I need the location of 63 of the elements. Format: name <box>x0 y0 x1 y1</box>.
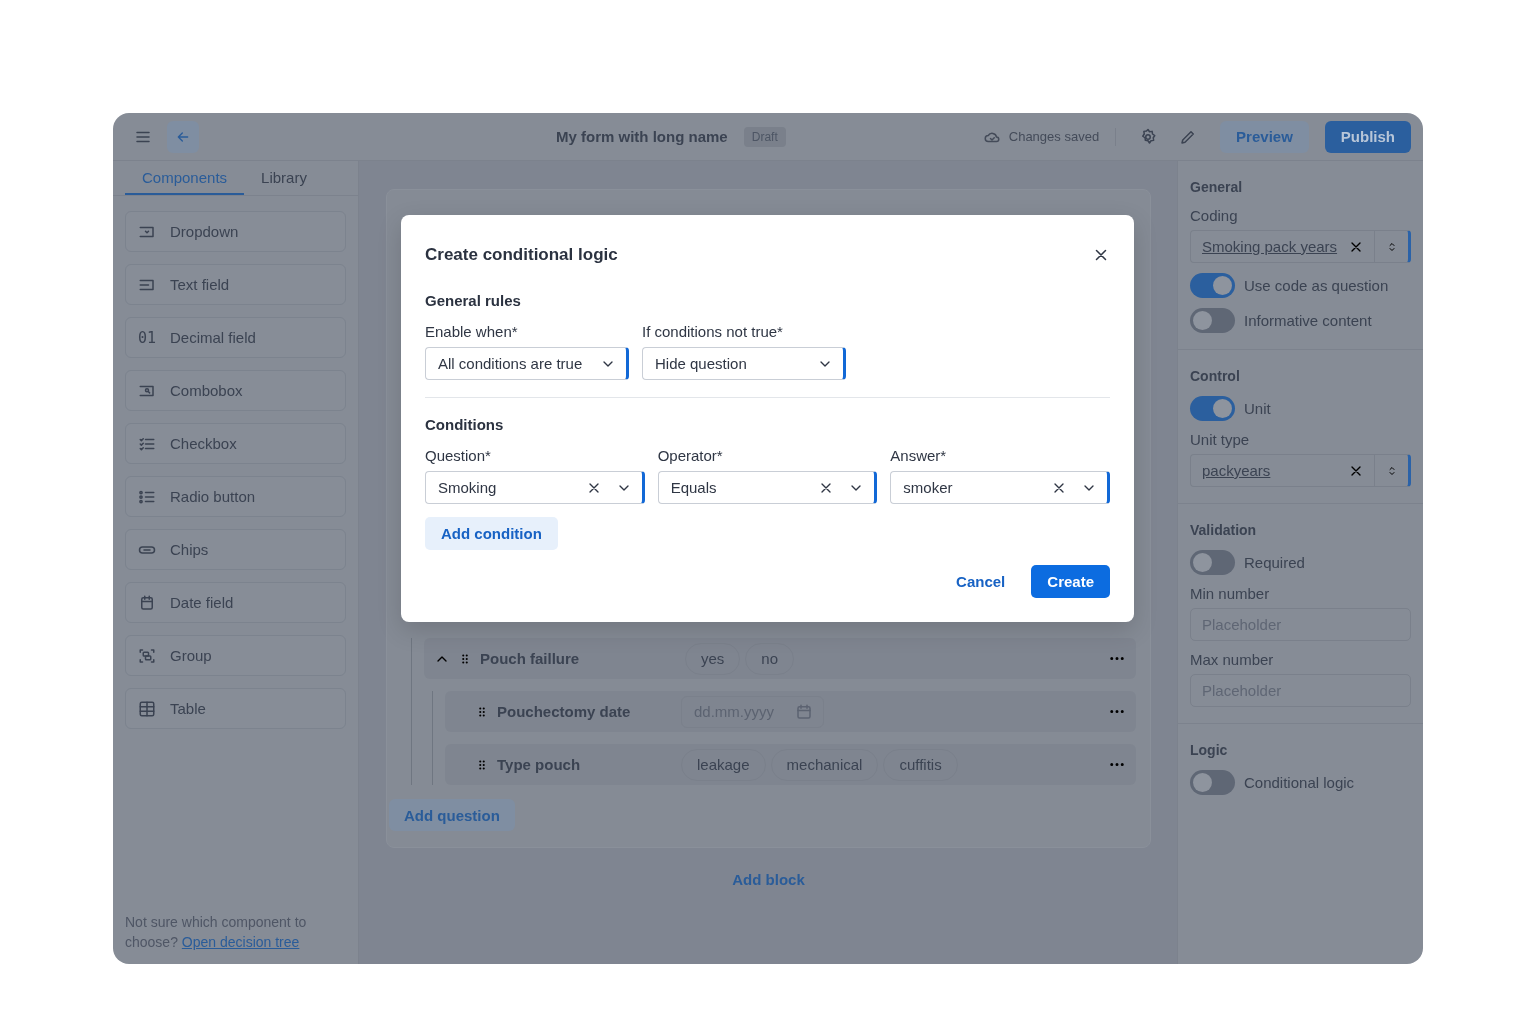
sidebar-tab[interactable]: Library <box>244 161 324 195</box>
toggle-switch[interactable] <box>1190 308 1235 333</box>
section-title: Validation <box>1190 522 1258 538</box>
add-block-button[interactable]: Add block <box>726 870 811 889</box>
component-item[interactable]: Group <box>125 635 346 676</box>
component-item[interactable]: Text field <box>125 264 346 305</box>
field-label: Max number <box>1190 651 1275 668</box>
toggle-switch[interactable] <box>1190 396 1235 421</box>
add-question-button[interactable]: Add question <box>389 799 515 831</box>
component-item[interactable]: 01 Decimal field <box>125 317 346 358</box>
toggle-switch[interactable] <box>1190 550 1235 575</box>
field-label: Enable when* <box>425 323 519 340</box>
select-field[interactable]: smoker <box>890 471 1110 504</box>
section-heading: Conditions <box>425 416 505 433</box>
question-label: Pouch faillure <box>480 650 581 667</box>
field-label: Question* <box>425 447 492 464</box>
component-item[interactable]: Radio button <box>125 476 346 517</box>
more-icon <box>1110 657 1124 660</box>
sidebar-tab[interactable]: Components <box>125 161 245 195</box>
select-field[interactable]: Hide question <box>642 347 846 380</box>
cancel-button[interactable]: Cancel <box>946 565 1016 598</box>
select-field[interactable]: All conditions are true <box>425 347 629 380</box>
question-label: Pouchectomy date <box>497 703 632 720</box>
section-title: General <box>1190 179 1244 195</box>
field-label: Min number <box>1190 585 1271 602</box>
dialog-title: Create conditional logic <box>425 245 618 265</box>
toggle-label: Required <box>1244 554 1305 571</box>
toggle-switch[interactable] <box>1190 273 1235 298</box>
toggle-switch[interactable] <box>1190 770 1235 795</box>
field-label: If conditions not true* <box>642 323 784 340</box>
section-heading: General rules <box>425 292 522 309</box>
more-icon <box>1110 763 1124 766</box>
more-icon <box>1110 710 1124 713</box>
component-item[interactable]: Dropdown <box>125 211 346 252</box>
publish-button[interactable]: Publish <box>1324 120 1411 153</box>
component-item[interactable]: Chips <box>125 529 346 570</box>
back-button[interactable] <box>167 120 199 153</box>
save-status: Changes saved <box>1008 129 1100 144</box>
component-item[interactable]: Combobox <box>125 370 346 411</box>
preview-button[interactable]: Preview <box>1220 120 1309 153</box>
field-label: Operator* <box>657 447 724 464</box>
toggle-label: Informative content <box>1244 312 1372 329</box>
select-field[interactable]: Smoking <box>425 471 645 504</box>
toggle-label: Unit <box>1244 400 1271 417</box>
add-condition-button[interactable]: Add condition <box>425 517 558 550</box>
toggle-label: Conditional logic <box>1244 774 1355 791</box>
component-item[interactable]: Checkbox <box>125 423 346 464</box>
form-title: My form with long name <box>556 128 728 145</box>
section-title: Control <box>1190 368 1241 384</box>
select-field[interactable]: Equals <box>657 471 878 504</box>
combobox[interactable]: Smoking pack years <box>1190 230 1411 263</box>
question-label: Type pouch <box>497 756 582 773</box>
component-item[interactable]: Date field <box>125 582 346 623</box>
section-title: Logic <box>1190 742 1229 758</box>
combobox[interactable]: packyears <box>1190 454 1411 487</box>
field-label: Coding <box>1190 207 1239 224</box>
component-item[interactable]: Table <box>125 688 346 729</box>
toggle-label: Use code as question <box>1244 277 1389 294</box>
create-button[interactable]: Create <box>1031 565 1110 598</box>
calendar-icon <box>795 702 813 721</box>
field-label: Unit type <box>1190 431 1251 448</box>
field-label: Answer* <box>890 447 948 464</box>
decision-tree-link[interactable]: Open decision tree <box>181 934 300 950</box>
